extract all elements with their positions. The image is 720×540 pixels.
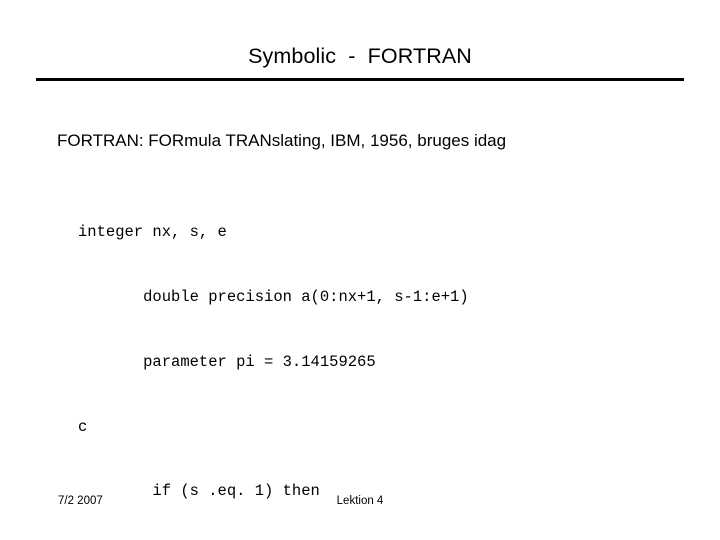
code-line: parameter pi = 3.14159265 [78,352,376,371]
code-line: integer nx, s, e [78,223,227,242]
subtitle-text: FORTRAN: FORmula TRANslating, IBM, 1956,… [57,131,507,150]
slide-canvas: Symbolic - FORTRAN FORTRAN: FORmula TRAN… [0,0,720,540]
code-line: double precision a(0:nx+1, s-1:e+1) [78,287,469,306]
code-line: c [78,417,88,436]
page-title: Symbolic - FORTRAN [248,44,472,68]
fortran-code-block: integer nx, s, e double precision a(0:nx… [78,179,469,540]
title-divider [36,78,684,81]
footer-lesson: Lektion 4 [336,495,384,507]
